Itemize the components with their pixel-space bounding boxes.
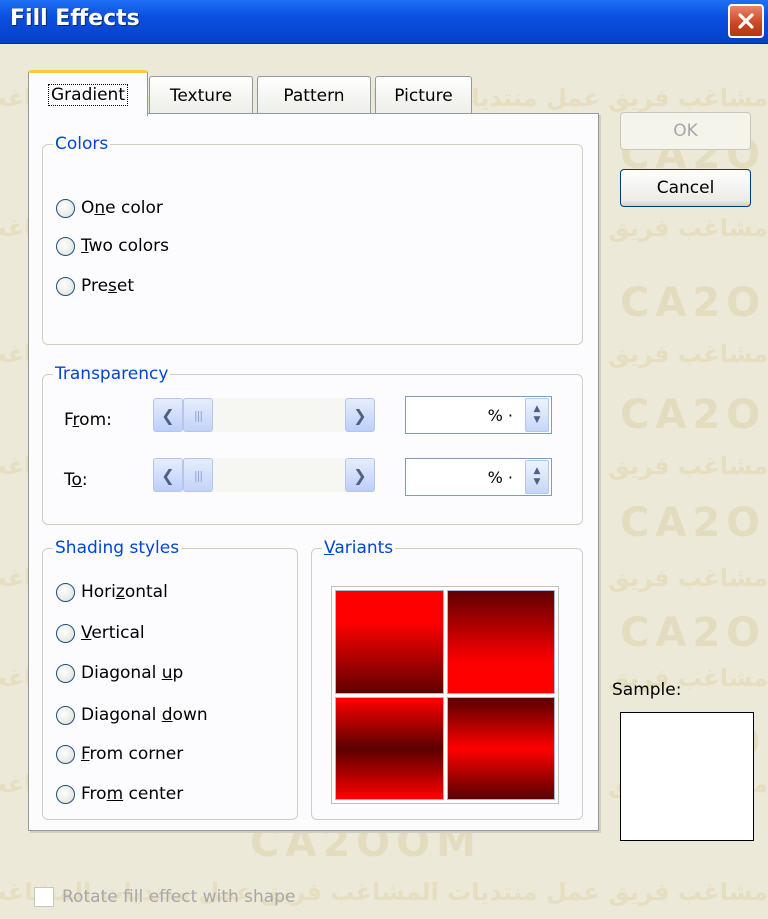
- chevron-left-icon: ❮: [161, 465, 175, 485]
- scroll-right-button[interactable]: ❯: [345, 398, 375, 432]
- sample-label: Sample:: [612, 680, 682, 700]
- window-title: Fill Effects: [10, 6, 140, 31]
- colors-group-title: Colors: [53, 133, 111, 155]
- tab-picture[interactable]: Picture: [375, 76, 472, 114]
- watermark-logo: CA2OOM: [620, 500, 768, 546]
- radio-preset[interactable]: Preset: [56, 276, 134, 296]
- down-arrow-icon: ▼: [533, 415, 541, 425]
- variant-swatch-3[interactable]: [335, 696, 444, 800]
- tab-gradient[interactable]: Gradient: [28, 70, 148, 116]
- radio-circle: [56, 784, 75, 804]
- radio-one-color[interactable]: One color: [56, 198, 163, 218]
- radio-circle: [56, 623, 75, 643]
- radio-circle: [56, 663, 75, 683]
- slider-thumb[interactable]: |||: [183, 458, 213, 492]
- spin-buttons[interactable]: ▲ ▼: [525, 460, 549, 494]
- radio-label: From corner: [81, 744, 184, 764]
- slider-track[interactable]: |||: [183, 398, 345, 432]
- transparency-to-input[interactable]: % · ▲ ▼: [405, 458, 552, 496]
- sample-preview: [620, 712, 754, 841]
- radio-circle: [56, 582, 75, 602]
- scroll-left-button[interactable]: ❮: [153, 458, 183, 492]
- up-arrow-icon: ▲: [533, 466, 541, 476]
- chevron-right-icon: ❯: [353, 465, 367, 485]
- radio-label: One color: [81, 198, 163, 218]
- watermark-logo: CA2OOM: [620, 610, 768, 656]
- spin-value: % ·: [487, 467, 513, 487]
- scroll-right-button[interactable]: ❯: [345, 458, 375, 492]
- tab-texture[interactable]: Texture: [149, 76, 253, 114]
- tab-label: Picture: [394, 85, 453, 106]
- radio-label: Horizontal: [81, 582, 168, 602]
- transparency-to-slider[interactable]: ❮ ||| ❯: [153, 458, 375, 492]
- variants-grid: [331, 586, 559, 804]
- watermark-logo: CA2OOM: [620, 392, 768, 438]
- transparency-group-title: Transparency: [53, 363, 171, 385]
- radio-circle: [56, 198, 75, 218]
- radio-vertical[interactable]: Vertical: [56, 623, 145, 643]
- variant-swatch-4[interactable]: [446, 696, 555, 800]
- variants-title: Variants: [322, 537, 396, 559]
- cancel-button[interactable]: Cancel: [620, 169, 751, 207]
- variant-swatch-2[interactable]: [446, 590, 555, 694]
- watermark-logo: CA2OOM: [620, 280, 768, 326]
- radio-from-center[interactable]: From center: [56, 784, 183, 804]
- close-button[interactable]: [728, 4, 764, 38]
- chevron-left-icon: ❮: [161, 405, 175, 425]
- variant-swatch-1[interactable]: [335, 590, 444, 694]
- radio-from-corner[interactable]: From corner: [56, 744, 183, 764]
- radio-diagonal-down[interactable]: Diagonal down: [56, 705, 208, 725]
- radio-label: Preset: [81, 276, 135, 296]
- radio-circle: [56, 276, 75, 296]
- checkbox-box[interactable]: [34, 887, 54, 907]
- from-label: From:: [64, 410, 112, 430]
- radio-label: Diagonal down: [81, 705, 208, 725]
- up-arrow-icon: ▲: [533, 404, 541, 414]
- title-bar[interactable]: Fill Effects: [0, 0, 768, 44]
- radio-diagonal-up[interactable]: Diagonal up: [56, 663, 183, 683]
- spin-buttons[interactable]: ▲ ▼: [525, 398, 549, 432]
- transparency-from-slider[interactable]: ❮ ||| ❯: [153, 398, 375, 432]
- tab-label: Gradient: [48, 83, 128, 106]
- slider-track[interactable]: |||: [183, 458, 345, 492]
- close-icon: [738, 13, 754, 29]
- tab-pattern[interactable]: Pattern: [257, 76, 371, 114]
- tab-label: Pattern: [283, 85, 345, 106]
- radio-circle: [56, 705, 75, 725]
- to-label: To:: [64, 470, 88, 490]
- scroll-left-button[interactable]: ❮: [153, 398, 183, 432]
- down-arrow-icon: ▼: [533, 477, 541, 487]
- tab-label: Texture: [169, 85, 233, 106]
- radio-label: Vertical: [81, 623, 145, 643]
- chevron-right-icon: ❯: [353, 405, 367, 425]
- radio-circle: [56, 236, 75, 256]
- radio-circle: [56, 744, 75, 764]
- shading-styles-title: Shading styles: [53, 537, 182, 559]
- radio-two-colors[interactable]: Two colors: [56, 236, 169, 256]
- radio-label: Diagonal up: [81, 663, 184, 683]
- rotate-fill-checkbox[interactable]: Rotate fill effect with shape: [34, 887, 295, 907]
- spin-value: % ·: [487, 405, 513, 425]
- transparency-from-input[interactable]: % · ▲ ▼: [405, 396, 552, 434]
- ok-button[interactable]: OK: [620, 112, 751, 150]
- radio-horizontal[interactable]: Horizontal: [56, 582, 168, 602]
- radio-label: Two colors: [81, 236, 170, 256]
- checkbox-label: Rotate fill effect with shape: [62, 887, 296, 907]
- radio-label: From center: [81, 784, 184, 804]
- slider-thumb[interactable]: |||: [183, 398, 213, 432]
